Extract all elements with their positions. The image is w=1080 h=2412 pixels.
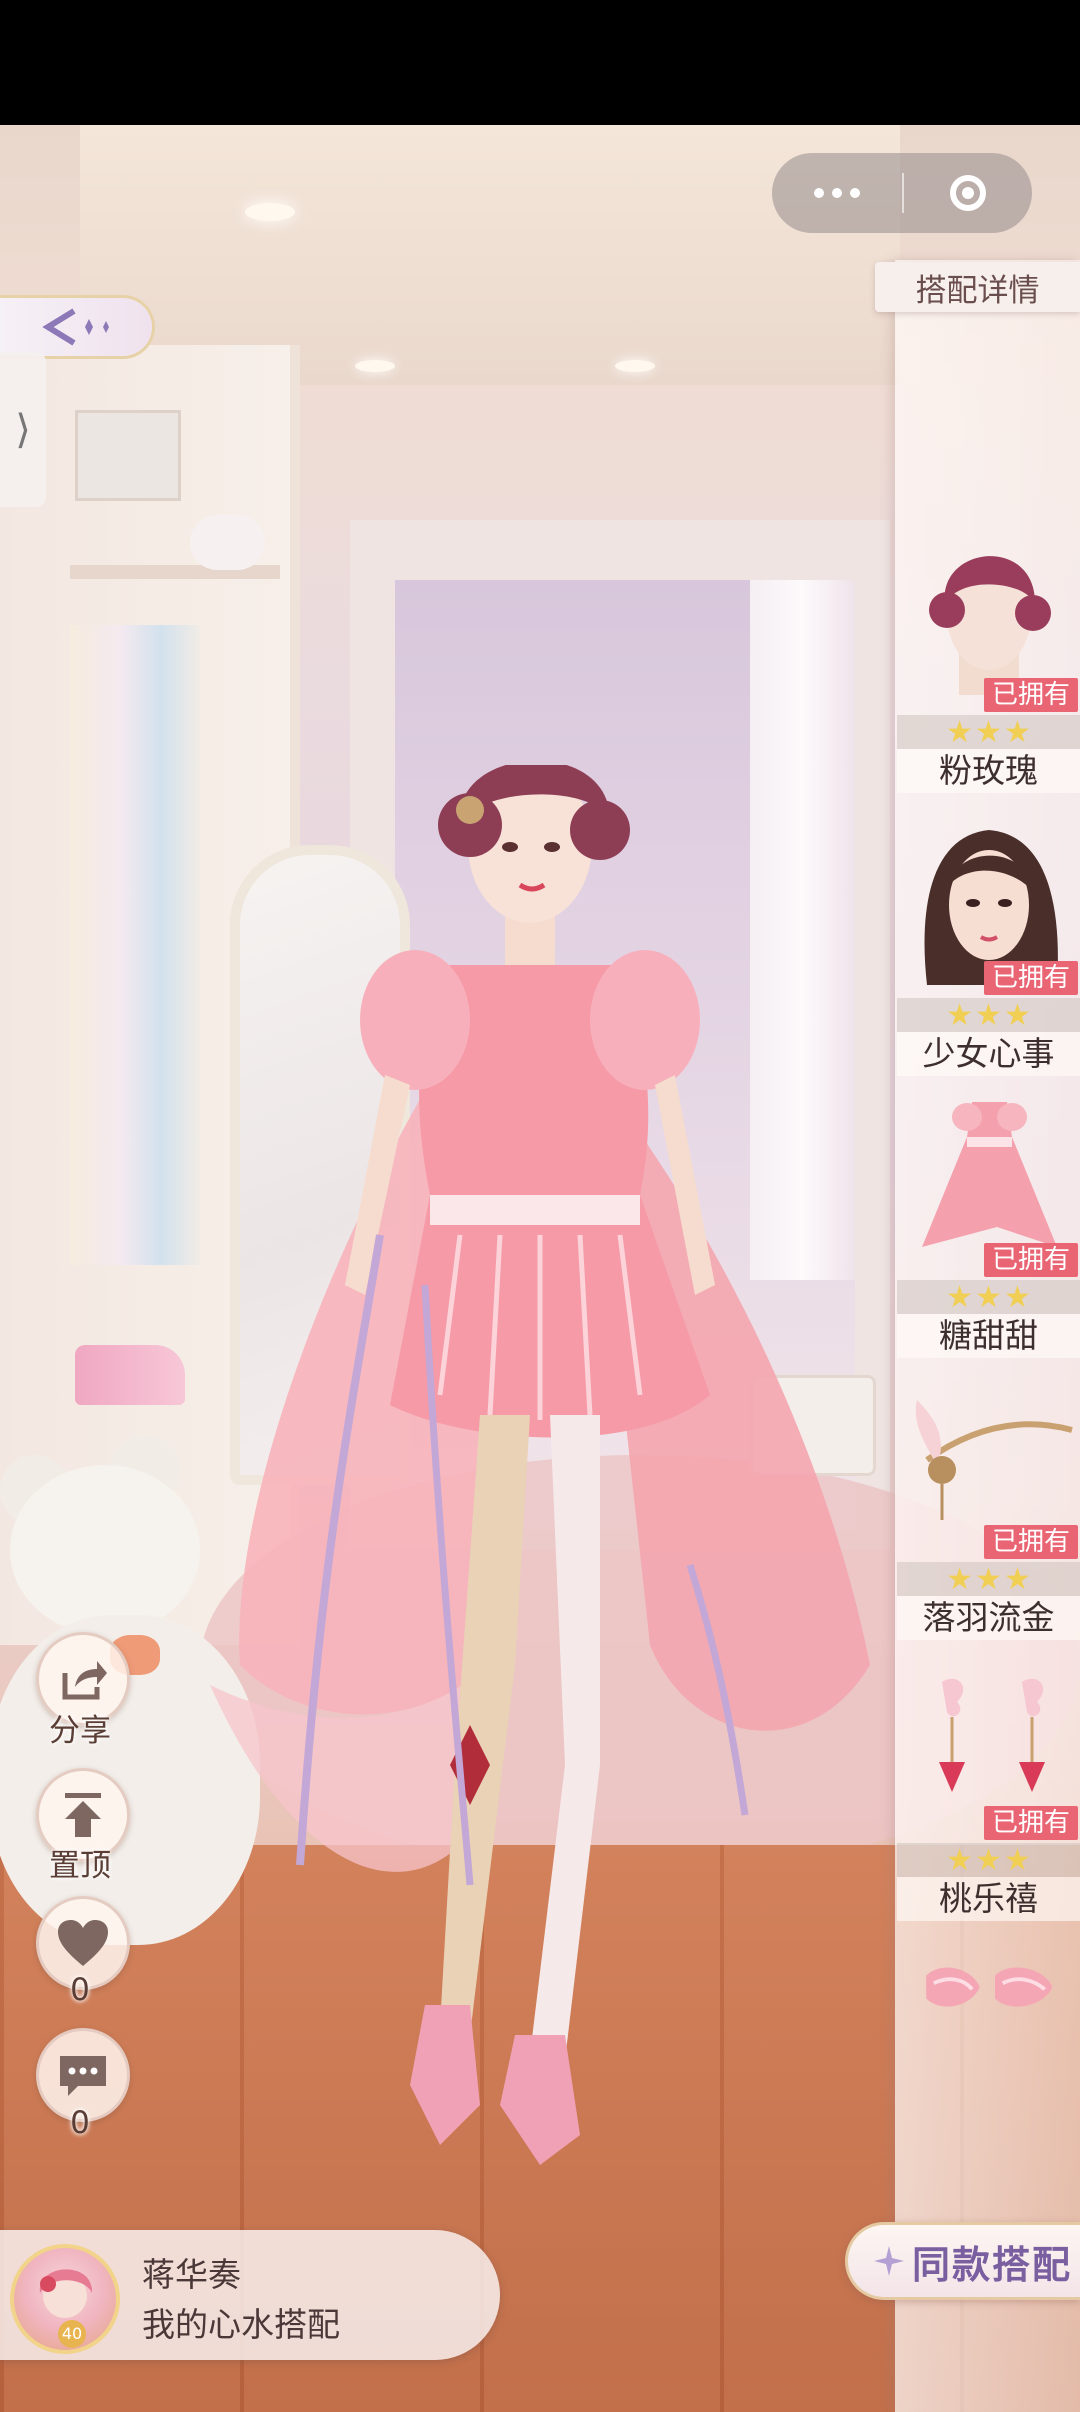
- back-arrow-icon: [42, 308, 109, 346]
- mini-program-capsule: [772, 153, 1032, 233]
- pin-top-label: 置顶: [49, 1848, 111, 1884]
- star-rating: ★ ★ ★: [897, 1279, 1080, 1315]
- star-icon: ★: [946, 714, 974, 750]
- star-icon: ★: [975, 1842, 1002, 1878]
- outfit-item-makeup[interactable]: 已拥有 ★ ★ ★ 少女心事: [897, 815, 1080, 1076]
- wrist-cuffs-icon: [926, 1967, 1053, 2007]
- star-icon: ★: [1003, 1279, 1031, 1315]
- star-rating: ★ ★ ★: [897, 997, 1080, 1033]
- star-icon: ★: [1003, 1842, 1031, 1878]
- shoes: [75, 1345, 185, 1405]
- star-icon: ★: [946, 997, 974, 1033]
- item-name: 粉玫瑰: [897, 749, 1080, 793]
- share-icon: [62, 1661, 107, 1700]
- star-rating: ★ ★ ★: [897, 714, 1080, 750]
- item-name: 落羽流金: [897, 1596, 1080, 1640]
- star-icon: ★: [975, 714, 1002, 750]
- star-icon: ★: [1003, 714, 1031, 750]
- star-rating: ★ ★ ★: [897, 1561, 1080, 1597]
- star-icon: ★: [946, 1279, 974, 1315]
- star-icon: ★: [1003, 1561, 1031, 1597]
- item-name: 桃乐禧: [897, 1877, 1080, 1921]
- chevron-right-icon: ⟩: [15, 406, 31, 453]
- character-illustration: [210, 765, 870, 2165]
- makeup-face-icon: [924, 830, 1058, 985]
- outfit-detail-title: 搭配详情: [875, 262, 1080, 312]
- owned-badge: 已拥有: [984, 1525, 1078, 1559]
- side-expand-tab[interactable]: ⟩: [0, 352, 46, 507]
- owned-badge: 已拥有: [984, 961, 1078, 995]
- heart-icon: [58, 1920, 108, 1966]
- more-dots-icon[interactable]: [772, 153, 902, 233]
- like-count: 0: [70, 1972, 90, 2008]
- ceiling-light: [615, 360, 655, 372]
- star-icon: ★: [946, 1561, 974, 1597]
- owned-badge: 已拥有: [984, 1806, 1078, 1840]
- plush-toy: [190, 515, 265, 570]
- ceiling-light: [355, 360, 395, 372]
- star-icon: ★: [975, 1561, 1002, 1597]
- star-icon: ★: [975, 1279, 1002, 1315]
- star-icon: ★: [946, 1842, 974, 1878]
- outfit-item-wrist-cuffs[interactable]: [897, 1945, 1080, 2075]
- share-label: 分享: [49, 1713, 111, 1749]
- target-circle-icon[interactable]: [904, 153, 1032, 233]
- outfit-item-hair[interactable]: 已拥有 ★ ★ ★ 粉玫瑰: [897, 535, 1080, 795]
- comment-icon: [60, 2056, 106, 2096]
- dress-icon: [922, 1102, 1057, 1247]
- back-button[interactable]: [0, 295, 155, 359]
- comment-count: 0: [70, 2105, 90, 2141]
- star-icon: ★: [975, 997, 1002, 1033]
- star-rating: ★ ★ ★: [897, 1842, 1080, 1878]
- outfit-item-headpiece[interactable]: 已拥有 ★ ★ ★ 落羽流金: [897, 1380, 1080, 1640]
- item-name: 少女心事: [897, 1032, 1080, 1076]
- ceiling-light: [245, 203, 295, 221]
- item-name: 糖甜甜: [897, 1314, 1080, 1358]
- owned-badge: 已拥有: [984, 678, 1078, 712]
- sparkle-icon: [873, 2246, 904, 2276]
- same-outfit-button[interactable]: 同款搭配: [845, 2222, 1080, 2300]
- pin-top-icon: [65, 1793, 101, 1837]
- outfit-item-earrings[interactable]: 已拥有 ★ ★ ★ 桃乐禧: [897, 1662, 1080, 1922]
- level-badge: 40: [58, 2320, 86, 2348]
- star-icon: ★: [1003, 997, 1031, 1033]
- outfit-item-dress[interactable]: 已拥有 ★ ★ ★ 糖甜甜: [897, 1097, 1080, 1358]
- owned-badge: 已拥有: [984, 1243, 1078, 1277]
- author-name: 蒋华奏: [142, 2255, 241, 2294]
- storage-box: [75, 410, 181, 501]
- outfit-title: 我的心水搭配: [142, 2305, 340, 2344]
- same-outfit-label: 同款搭配: [911, 2241, 1072, 2287]
